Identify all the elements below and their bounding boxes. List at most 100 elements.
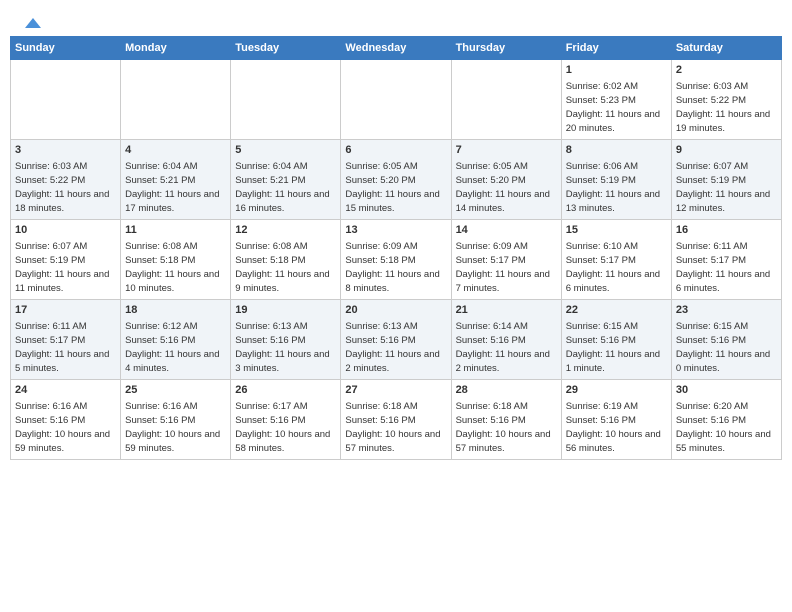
calendar-cell: 17 Sunrise: 6:11 AM Sunset: 5:17 PM Dayli… — [11, 300, 121, 380]
weekday-header-tuesday: Tuesday — [231, 37, 341, 60]
day-info: Sunrise: 6:13 AM Sunset: 5:16 PM Dayligh… — [345, 320, 446, 375]
calendar-cell: 11 Sunrise: 6:08 AM Sunset: 5:18 PM Dayli… — [121, 220, 231, 300]
day-number: 14 — [456, 223, 557, 238]
calendar-cell: 27Sunrise: 6:18 AM Sunset: 5:16 PM Dayli… — [341, 380, 451, 460]
day-info: Sunrise: 6:18 AM Sunset: 5:16 PM Dayligh… — [456, 400, 557, 455]
calendar-cell: 9 Sunrise: 6:07 AM Sunset: 5:19 PM Daylig… — [671, 140, 781, 220]
calendar-cell — [341, 60, 451, 140]
day-info: Sunrise: 6:16 AM Sunset: 5:16 PM Dayligh… — [15, 400, 116, 455]
weekday-header-friday: Friday — [561, 37, 671, 60]
calendar-cell: 30 Sunrise: 6:20 AM Sunset: 5:16 PM Dayli… — [671, 380, 781, 460]
day-info: Sunrise: 6:11 AM Sunset: 5:17 PM Dayligh… — [15, 320, 116, 375]
calendar-cell: 15Sunrise: 6:10 AM Sunset: 5:17 PM Dayli… — [561, 220, 671, 300]
day-info: Sunrise: 6:19 AM Sunset: 5:16 PM Dayligh… — [566, 400, 667, 455]
day-info: Sunrise: 6:18 AM Sunset: 5:16 PM Dayligh… — [345, 400, 446, 455]
day-info: Sunrise: 6:03 AM Sunset: 5:22 PM Dayligh… — [15, 160, 116, 215]
day-info: Sunrise: 6:16 AM Sunset: 5:16 PM Dayligh… — [125, 400, 226, 455]
calendar-cell: 21 Sunrise: 6:14 AM Sunset: 5:16 PM Dayli… — [451, 300, 561, 380]
day-info: Sunrise: 6:12 AM Sunset: 5:16 PM Dayligh… — [125, 320, 226, 375]
weekday-header-saturday: Saturday — [671, 37, 781, 60]
day-number: 13 — [345, 223, 446, 238]
day-number: 12 — [235, 223, 336, 238]
day-info: Sunrise: 6:03 AM Sunset: 5:22 PM Dayligh… — [676, 80, 777, 135]
day-info: Sunrise: 6:06 AM Sunset: 5:19 PM Dayligh… — [566, 160, 667, 215]
calendar-cell: 28 Sunrise: 6:18 AM Sunset: 5:16 PM Dayli… — [451, 380, 561, 460]
logo — [22, 18, 43, 28]
logo-icon — [23, 14, 43, 34]
day-number: 16 — [676, 223, 777, 238]
day-info: Sunrise: 6:02 AM Sunset: 5:23 PM Dayligh… — [566, 80, 667, 135]
calendar-cell: 16 Sunrise: 6:11 AM Sunset: 5:17 PM Dayli… — [671, 220, 781, 300]
calendar-cell: 24 Sunrise: 6:16 AM Sunset: 5:16 PM Dayli… — [11, 380, 121, 460]
day-info: Sunrise: 6:11 AM Sunset: 5:17 PM Dayligh… — [676, 240, 777, 295]
calendar-cell: 3 Sunrise: 6:03 AM Sunset: 5:22 PM Daylig… — [11, 140, 121, 220]
day-info: Sunrise: 6:04 AM Sunset: 5:21 PM Dayligh… — [235, 160, 336, 215]
day-number: 11 — [125, 223, 226, 238]
day-info: Sunrise: 6:14 AM Sunset: 5:16 PM Dayligh… — [456, 320, 557, 375]
calendar-cell: 20 Sunrise: 6:13 AM Sunset: 5:16 PM Dayli… — [341, 300, 451, 380]
calendar-cell — [231, 60, 341, 140]
calendar-cell: 29 Sunrise: 6:19 AM Sunset: 5:16 PM Dayli… — [561, 380, 671, 460]
calendar-cell: 14 Sunrise: 6:09 AM Sunset: 5:17 PM Dayli… — [451, 220, 561, 300]
day-number: 20 — [345, 303, 446, 318]
day-number: 29 — [566, 383, 667, 398]
calendar-cell: 10 Sunrise: 6:07 AM Sunset: 5:19 PM Dayli… — [11, 220, 121, 300]
calendar-cell — [11, 60, 121, 140]
calendar-cell: 6 Sunrise: 6:05 AM Sunset: 5:20 PM Daylig… — [341, 140, 451, 220]
calendar-cell — [121, 60, 231, 140]
day-number: 15 — [566, 223, 667, 238]
day-number: 24 — [15, 383, 116, 398]
calendar-cell: 22 Sunrise: 6:15 AM Sunset: 5:16 PM Dayli… — [561, 300, 671, 380]
calendar-cell: 26Sunrise: 6:17 AM Sunset: 5:16 PM Dayli… — [231, 380, 341, 460]
day-number: 6 — [345, 143, 446, 158]
weekday-header-wednesday: Wednesday — [341, 37, 451, 60]
day-info: Sunrise: 6:09 AM Sunset: 5:17 PM Dayligh… — [456, 240, 557, 295]
day-info: Sunrise: 6:15 AM Sunset: 5:16 PM Dayligh… — [566, 320, 667, 375]
calendar-table: SundayMondayTuesdayWednesdayThursdayFrid… — [10, 36, 782, 460]
day-number: 22 — [566, 303, 667, 318]
day-info: Sunrise: 6:09 AM Sunset: 5:18 PM Dayligh… — [345, 240, 446, 295]
day-number: 3 — [15, 143, 116, 158]
day-number: 28 — [456, 383, 557, 398]
calendar-cell: 19 Sunrise: 6:13 AM Sunset: 5:16 PM Dayli… — [231, 300, 341, 380]
day-number: 2 — [676, 63, 777, 78]
calendar-cell: 8 Sunrise: 6:06 AM Sunset: 5:19 PM Daylig… — [561, 140, 671, 220]
weekday-header-monday: Monday — [121, 37, 231, 60]
calendar-cell: 5 Sunrise: 6:04 AM Sunset: 5:21 PM Daylig… — [231, 140, 341, 220]
calendar-cell: 2 Sunrise: 6:03 AM Sunset: 5:22 PM Daylig… — [671, 60, 781, 140]
day-number: 30 — [676, 383, 777, 398]
calendar-cell: 13 Sunrise: 6:09 AM Sunset: 5:18 PM Dayli… — [341, 220, 451, 300]
calendar-cell: 12 Sunrise: 6:08 AM Sunset: 5:18 PM Dayli… — [231, 220, 341, 300]
page-header — [10, 10, 782, 32]
calendar-cell: 23 Sunrise: 6:15 AM Sunset: 5:16 PM Dayli… — [671, 300, 781, 380]
day-info: Sunrise: 6:15 AM Sunset: 5:16 PM Dayligh… — [676, 320, 777, 375]
calendar-cell: 1Sunrise: 6:02 AM Sunset: 5:23 PM Daylig… — [561, 60, 671, 140]
day-number: 21 — [456, 303, 557, 318]
day-number: 17 — [15, 303, 116, 318]
day-number: 19 — [235, 303, 336, 318]
weekday-header-thursday: Thursday — [451, 37, 561, 60]
day-info: Sunrise: 6:05 AM Sunset: 5:20 PM Dayligh… — [345, 160, 446, 215]
day-number: 9 — [676, 143, 777, 158]
day-info: Sunrise: 6:08 AM Sunset: 5:18 PM Dayligh… — [235, 240, 336, 295]
weekday-header-sunday: Sunday — [11, 37, 121, 60]
day-info: Sunrise: 6:05 AM Sunset: 5:20 PM Dayligh… — [456, 160, 557, 215]
day-info: Sunrise: 6:13 AM Sunset: 5:16 PM Dayligh… — [235, 320, 336, 375]
day-number: 25 — [125, 383, 226, 398]
day-info: Sunrise: 6:07 AM Sunset: 5:19 PM Dayligh… — [15, 240, 116, 295]
day-info: Sunrise: 6:20 AM Sunset: 5:16 PM Dayligh… — [676, 400, 777, 455]
day-number: 18 — [125, 303, 226, 318]
calendar-cell: 18 Sunrise: 6:12 AM Sunset: 5:16 PM Dayli… — [121, 300, 231, 380]
day-number: 4 — [125, 143, 226, 158]
day-number: 5 — [235, 143, 336, 158]
day-info: Sunrise: 6:07 AM Sunset: 5:19 PM Dayligh… — [676, 160, 777, 215]
calendar-cell: 25 Sunrise: 6:16 AM Sunset: 5:16 PM Dayli… — [121, 380, 231, 460]
day-info: Sunrise: 6:17 AM Sunset: 5:16 PM Dayligh… — [235, 400, 336, 455]
day-number: 10 — [15, 223, 116, 238]
calendar-cell: 7Sunrise: 6:05 AM Sunset: 5:20 PM Daylig… — [451, 140, 561, 220]
day-info: Sunrise: 6:08 AM Sunset: 5:18 PM Dayligh… — [125, 240, 226, 295]
calendar-cell: 4 Sunrise: 6:04 AM Sunset: 5:21 PM Daylig… — [121, 140, 231, 220]
day-number: 8 — [566, 143, 667, 158]
day-info: Sunrise: 6:04 AM Sunset: 5:21 PM Dayligh… — [125, 160, 226, 215]
day-number: 23 — [676, 303, 777, 318]
